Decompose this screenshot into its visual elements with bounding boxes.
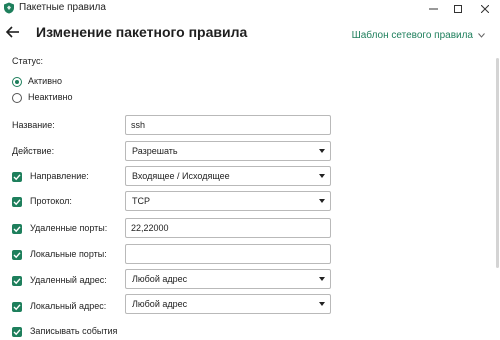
local-address-label-text: Локальный адрес: [30,301,107,311]
remote-ports-checkbox[interactable] [12,223,22,234]
checkmark-icon [13,198,21,205]
action-select[interactable]: Разрешать [125,141,331,161]
checkmark-icon [13,303,21,310]
protocol-select[interactable]: TCP [125,191,331,211]
status-active-label: Активно [28,76,62,86]
remote-address-label: Удаленный адрес: [12,275,107,286]
close-button[interactable] [472,0,498,17]
protocol-select-value: TCP [132,196,150,206]
local-ports-label: Локальные порты: [12,249,107,260]
direction-select-value: Входящее / Исходящее [132,171,230,181]
window-title: Пакетные правила [19,2,106,13]
template-link-label: Шаблон сетевого правила [351,30,473,41]
local-ports-label-text: Локальные порты: [30,249,107,259]
checkmark-icon [13,225,21,232]
dropdown-caret-icon [319,149,325,153]
action-label-text: Действие: [12,146,55,156]
maximize-icon [454,4,462,13]
checkmark-icon [13,328,21,335]
dropdown-caret-icon [319,199,325,203]
name-label-text: Название: [12,120,55,130]
protocol-label: Протокол: [12,196,72,207]
action-label: Действие: [12,146,54,157]
log-events-checkbox[interactable] [12,326,22,337]
remote-ports-input[interactable] [125,218,331,238]
log-events-row: Записывать события [12,326,117,337]
scrollbar[interactable] [495,56,500,340]
chevron-down-icon [478,33,485,38]
network-rule-template-link[interactable]: Шаблон сетевого правила [352,29,485,42]
remote-address-select[interactable]: Любой адрес [125,269,331,289]
dropdown-caret-icon [319,277,325,281]
status-inactive-radio[interactable]: Неактивно [12,92,72,103]
status-inactive-label: Неактивно [28,92,73,102]
minimize-button[interactable] [420,0,446,17]
window-titlebar: Пакетные правила [0,0,500,17]
local-address-label: Локальный адрес: [12,301,106,312]
minimize-icon [428,8,438,10]
maximize-button[interactable] [445,0,471,17]
name-label: Название: [12,120,55,131]
status-label: Статус: [12,56,43,66]
local-ports-checkbox[interactable] [12,249,22,260]
protocol-label-text: Протокол: [30,196,72,206]
remote-ports-label: Удаленные порты: [12,223,107,234]
remote-address-label-text: Удаленный адрес: [30,275,107,285]
status-active-radio[interactable]: Активно [12,76,62,87]
direction-label-text: Направление: [30,171,89,181]
radio-checked-icon [12,76,22,87]
scrollbar-thumb[interactable] [496,58,499,268]
direction-select[interactable]: Входящее / Исходящее [125,166,331,186]
local-address-select[interactable]: Любой адрес [125,294,331,314]
action-select-value: Разрешать [132,146,178,156]
radio-unchecked-icon [12,92,22,103]
checkmark-icon [13,277,21,284]
dropdown-caret-icon [319,302,325,306]
direction-checkbox[interactable] [12,171,22,182]
back-arrow-icon[interactable] [5,24,21,40]
checkmark-icon [13,251,21,258]
local-ports-input[interactable] [125,244,331,264]
remote-ports-label-text: Удаленные порты: [30,223,108,233]
log-events-label-text: Записывать события [30,326,118,336]
remote-address-checkbox[interactable] [12,275,22,286]
remote-address-select-value: Любой адрес [132,274,188,284]
direction-label: Направление: [12,171,89,182]
name-input[interactable] [125,115,331,135]
close-icon [481,4,489,13]
app-shield-icon [4,2,14,14]
checkmark-icon [13,173,21,180]
local-address-checkbox[interactable] [12,301,22,312]
dropdown-caret-icon [319,174,325,178]
page-title: Изменение пакетного правила [36,24,248,40]
local-address-select-value: Любой адрес [132,299,188,309]
protocol-checkbox[interactable] [12,196,22,207]
